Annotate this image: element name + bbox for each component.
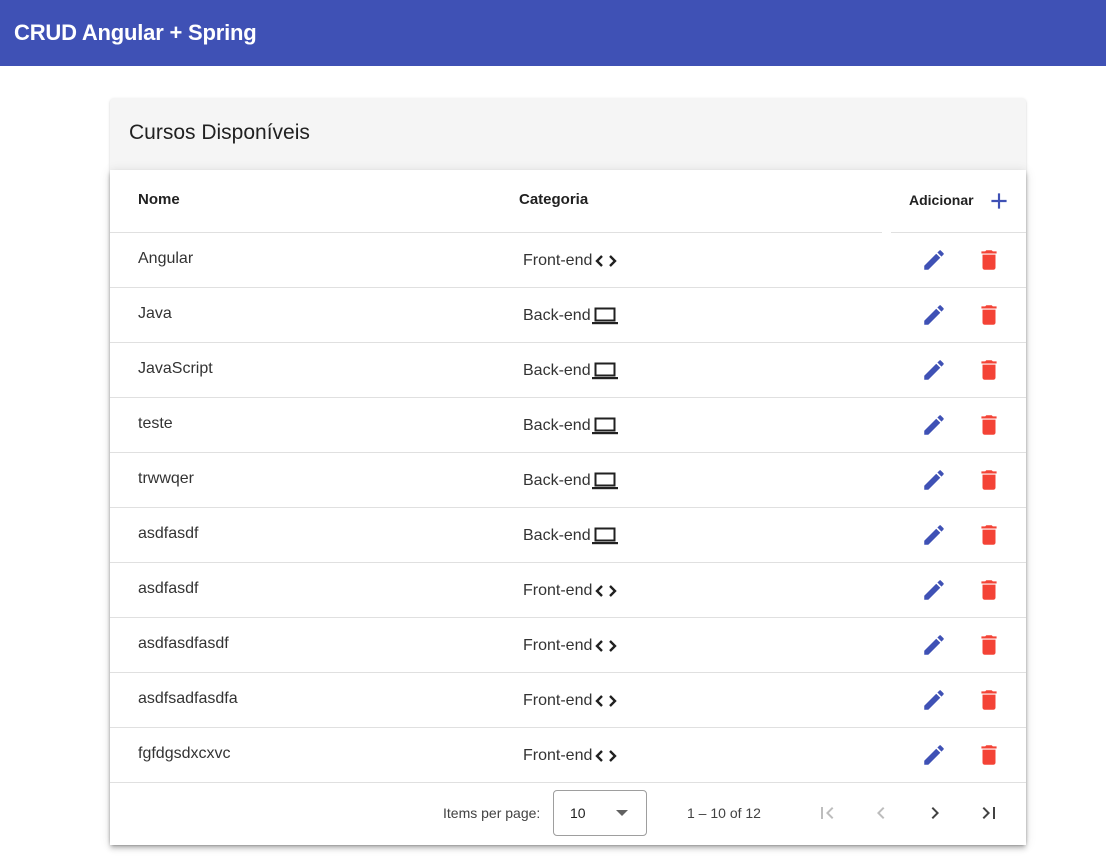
edit-icon[interactable] (921, 742, 947, 768)
page-size-value: 10 (570, 805, 586, 821)
course-name: trwwqer (138, 470, 195, 487)
course-name: teste (138, 415, 173, 432)
delete-icon[interactable] (976, 687, 1002, 713)
table-row: asdfasdf Front-end (110, 563, 1026, 618)
course-category: Front-end (523, 745, 619, 767)
course-category: Back-end (523, 525, 618, 547)
category-label: Back-end (523, 307, 591, 324)
category-label: Front-end (523, 637, 593, 654)
table-row: Angular Front-end (110, 233, 1026, 288)
table-row: trwwqer Back-end (110, 453, 1026, 508)
paginator: Items per page: 10 1 – 10 of 12 (110, 780, 1026, 845)
first-page-icon (821, 807, 834, 819)
app-title: CRUD Angular + Spring (14, 20, 257, 45)
edit-icon[interactable] (921, 467, 947, 493)
edit-icon[interactable] (921, 577, 947, 603)
edit-icon[interactable] (921, 522, 947, 548)
dropdown-arrow-icon (616, 810, 628, 816)
last-page-button[interactable] (972, 796, 1006, 830)
table-header: Nome Categoria Adicionar (110, 170, 1026, 233)
category-label: Back-end (523, 472, 591, 489)
delete-icon[interactable] (976, 522, 1002, 548)
chevron-left-icon (877, 807, 885, 819)
table-row: asdfasdf Back-end (110, 508, 1026, 563)
category-label: Front-end (523, 747, 593, 764)
table-row: asdfasdfasdf Front-end (110, 618, 1026, 673)
edit-icon[interactable] (921, 357, 947, 383)
course-name: Java (138, 305, 172, 322)
laptop-icon (591, 362, 618, 380)
delete-icon[interactable] (976, 742, 1002, 768)
delete-icon[interactable] (976, 577, 1002, 603)
course-name: Angular (138, 250, 194, 267)
course-category: Front-end (523, 250, 619, 272)
course-name: asdfasdf (138, 525, 199, 542)
course-category: Back-end (523, 305, 618, 327)
course-name: fgfdgsdxcxvc (138, 745, 231, 762)
laptop-icon (591, 417, 618, 435)
page-size-select[interactable]: 10 (553, 790, 647, 836)
delete-icon[interactable] (976, 412, 1002, 438)
course-name: asdfasdfasdf (138, 635, 229, 652)
delete-icon[interactable] (976, 302, 1002, 328)
code-icon (595, 640, 618, 652)
app-toolbar: CRUD Angular + Spring (0, 0, 1106, 66)
courses-card: Cursos Disponíveis Nome Categoria Adicio… (110, 98, 1026, 845)
course-name: JavaScript (138, 360, 213, 377)
table-row: JavaScript Back-end (110, 343, 1026, 398)
card-title: Cursos Disponíveis (129, 121, 310, 144)
code-icon (595, 750, 618, 762)
laptop-icon (591, 472, 618, 490)
course-category: Front-end (523, 635, 619, 657)
edit-icon[interactable] (921, 247, 947, 273)
laptop-icon (591, 527, 618, 545)
table-row: Java Back-end (110, 288, 1026, 343)
delete-icon[interactable] (976, 357, 1002, 383)
header-adicionar: Adicionar (909, 192, 974, 208)
code-icon (595, 255, 618, 267)
edit-icon[interactable] (921, 687, 947, 713)
range-label: 1 – 10 of 12 (687, 805, 761, 821)
category-label: Back-end (523, 362, 591, 379)
course-category: Back-end (523, 360, 618, 382)
category-label: Front-end (523, 692, 593, 709)
code-icon (595, 585, 618, 597)
previous-page-button[interactable] (864, 796, 898, 830)
course-category: Front-end (523, 580, 619, 602)
next-page-button[interactable] (918, 796, 952, 830)
add-icon[interactable] (986, 188, 1012, 214)
edit-icon[interactable] (921, 412, 947, 438)
laptop-icon (591, 307, 618, 325)
table-row: asdfsadfasdfa Front-end (110, 673, 1026, 728)
table-row: fgfdgsdxcxvc Front-end (110, 728, 1026, 783)
course-category: Back-end (523, 415, 618, 437)
category-label: Front-end (523, 582, 593, 599)
first-page-button[interactable] (810, 796, 844, 830)
table-row: teste Back-end (110, 398, 1026, 453)
items-per-page-label: Items per page: (443, 805, 541, 821)
category-label: Back-end (523, 527, 591, 544)
header-nome: Nome (138, 191, 180, 208)
category-label: Back-end (523, 417, 591, 434)
delete-icon[interactable] (976, 247, 1002, 273)
edit-icon[interactable] (921, 632, 947, 658)
code-icon (595, 695, 618, 707)
course-name: asdfasdf (138, 580, 199, 597)
header-categoria: Categoria (519, 191, 589, 208)
delete-icon[interactable] (976, 467, 1002, 493)
chevron-right-icon (931, 807, 939, 819)
category-label: Front-end (523, 252, 593, 269)
course-category: Back-end (523, 470, 618, 492)
courses-table: Nome Categoria Adicionar Angular Front-en… (110, 170, 1026, 845)
course-category: Front-end (523, 690, 619, 712)
delete-icon[interactable] (976, 632, 1002, 658)
course-name: asdfsadfasdfa (138, 690, 238, 707)
last-page-icon (982, 807, 995, 819)
edit-icon[interactable] (921, 302, 947, 328)
